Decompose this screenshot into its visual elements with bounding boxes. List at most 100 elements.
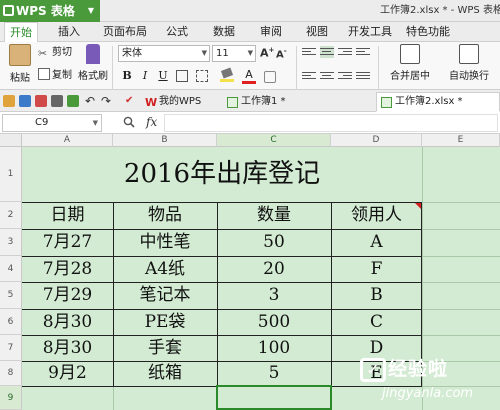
table-cell[interactable]: C [331,309,422,335]
tab-workbook2[interactable]: 工作簿2.xlsx * [376,92,500,112]
tab-view[interactable]: 视图 [302,22,332,42]
table-cell[interactable]: 笔记本 [113,282,217,309]
row-header-1[interactable]: 1 [0,147,22,202]
redo-icon[interactable]: ↷ [101,95,113,107]
tab-special[interactable]: 特色功能 [402,22,454,42]
table-cell[interactable]: PE袋 [113,309,217,335]
tab-data[interactable]: 数据 [209,22,239,42]
table-cell[interactable]: 8月30 [22,335,113,361]
table-cell[interactable]: 3 [217,282,331,309]
tab-page-layout[interactable]: 页面布局 [100,22,150,42]
table-cell[interactable]: A [331,229,422,256]
table-cell[interactable]: F [331,256,422,282]
quick-menu-icon[interactable]: ✔ [125,95,137,107]
table-cell[interactable]: 9月2 [22,361,113,386]
underline-button[interactable]: U [156,69,170,83]
row-header-7[interactable]: 7 [0,335,22,361]
name-box[interactable]: C9 ▼ [2,114,102,132]
table-cell[interactable]: 20 [217,256,331,282]
row-header-4[interactable]: 4 [0,256,22,282]
table-cell[interactable]: 7月28 [22,256,113,282]
column-header-b[interactable]: B [113,134,217,147]
table-cell[interactable]: 100 [217,335,331,361]
shrink-font-icon[interactable]: A- [276,47,287,60]
tab-developer[interactable]: 开发工具 [345,22,395,42]
table-cell[interactable]: 7月29 [22,282,113,309]
header-cell-item[interactable]: 物品 [113,202,217,229]
fill-color-icon[interactable] [220,67,234,83]
header-cell-date[interactable]: 日期 [22,202,113,229]
table-cell[interactable]: 手套 [113,335,217,361]
table-cell[interactable]: 8月30 [22,309,113,335]
selected-cell[interactable] [216,385,332,410]
align-left-icon[interactable] [302,70,316,82]
font-name-select[interactable]: 宋体 ▼ [118,45,210,62]
align-bottom-icon[interactable] [338,46,352,58]
align-top-icon[interactable] [302,46,316,58]
table-cell[interactable]: 5 [217,361,331,386]
table-cell[interactable]: B [331,282,422,309]
italic-button[interactable]: I [138,69,152,83]
align-right-icon[interactable] [338,70,352,82]
print-icon[interactable] [51,95,63,107]
save-icon[interactable] [19,95,31,107]
header-cell-user[interactable]: 领用人 [331,202,422,229]
comment-indicator-icon[interactable] [415,203,421,209]
format-painter-button[interactable]: 格式刷 [78,44,108,82]
grow-font-icon[interactable]: A+ [260,46,274,60]
document-tab-bar: ↶ ↷ ✔ W 我的WPS 工作簿1 * 工作簿2.xlsx * [0,90,500,112]
app-menu-button[interactable]: WPS 表格 ▼ [0,0,100,22]
column-header-e[interactable]: E [422,134,500,147]
row-header-6[interactable]: 6 [0,309,22,335]
column-header-c[interactable]: C [217,134,331,147]
tab-workbook1[interactable]: 工作簿1 * [222,92,287,112]
clear-format-icon[interactable] [264,71,276,83]
table-cell[interactable]: 7月27 [22,229,113,256]
tab-review[interactable]: 审阅 [256,22,286,42]
open-folder-icon[interactable] [3,95,15,107]
pdf-icon[interactable] [35,95,47,107]
row-header-9[interactable]: 9 [0,386,22,410]
table-cell[interactable]: 500 [217,309,331,335]
table-cell[interactable]: 50 [217,229,331,256]
align-center-icon[interactable] [320,70,334,82]
tab-start[interactable]: 开始 [4,22,38,42]
tab-formulas[interactable]: 公式 [162,22,192,42]
table-cell[interactable]: 纸箱 [113,361,217,386]
paste-button[interactable]: 粘贴 [4,44,36,84]
table-cell[interactable]: 中性笔 [113,229,217,256]
column-header-a[interactable]: A [22,134,113,147]
cut-button[interactable]: ✂ 剪切 [38,45,72,61]
zoom-icon[interactable] [123,116,135,128]
formula-input[interactable] [164,114,498,132]
align-middle-icon[interactable] [320,46,334,58]
copy-button[interactable]: 复制 [38,68,72,84]
justify-icon[interactable] [356,70,370,82]
header-cell-qty[interactable]: 数量 [217,202,331,229]
border-icon[interactable] [176,70,188,82]
row-header-2[interactable]: 2 [0,202,22,229]
table-cell[interactable]: A4纸 [113,256,217,282]
row-header-8[interactable]: 8 [0,361,22,386]
font-size-select[interactable]: 11 ▼ [212,45,256,62]
brush-icon [86,44,100,64]
merge-center-button[interactable]: 合并居中 [386,44,434,82]
wrap-text-icon [459,44,479,64]
preview-icon[interactable] [67,95,79,107]
border-style-icon[interactable] [196,70,208,82]
font-color-icon[interactable]: A [242,68,256,84]
wrap-icon[interactable] [356,46,370,58]
font-name-value: 宋体 [122,48,142,59]
format-painter-label: 格式刷 [78,71,108,82]
row-header-5[interactable]: 5 [0,282,22,309]
row-header-3[interactable]: 3 [0,229,22,256]
tab-insert[interactable]: 插入 [54,22,84,42]
bold-button[interactable]: B [120,69,134,83]
fx-icon[interactable]: fx [146,115,157,129]
tab-my-wps[interactable]: W 我的WPS [140,92,202,112]
column-header-d[interactable]: D [331,134,422,147]
sheet-title[interactable]: 2016年出库登记 [22,147,422,202]
undo-icon[interactable]: ↶ [85,95,97,107]
wrap-text-button[interactable]: 自动换行 [444,44,494,82]
select-all-corner[interactable] [0,134,22,147]
